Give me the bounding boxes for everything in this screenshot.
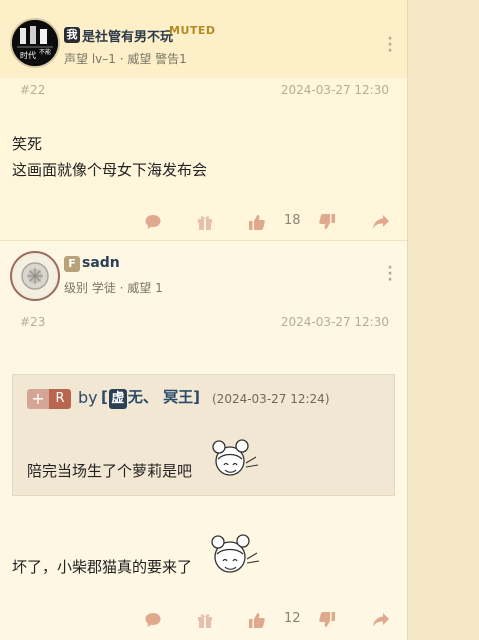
thumbs-up-icon[interactable] — [248, 611, 266, 629]
quote-block: + R by [虚无、 冥王] (2024-03-27 12:24) 陪完当场生… — [12, 374, 395, 496]
avatar-text-2: 不能 — [39, 48, 51, 56]
gift-icon[interactable] — [196, 213, 214, 231]
quote-author-badge: 虚 — [108, 389, 127, 409]
avatar-image: 时代 不能 — [12, 20, 58, 66]
quote-author-name: 无、 冥王] — [127, 388, 200, 406]
user-badge: 我 — [64, 27, 80, 43]
quote-author[interactable]: [虚无、 冥王] — [101, 386, 200, 409]
gift-icon[interactable] — [196, 611, 214, 629]
sticker-image — [211, 534, 260, 573]
thumbs-down-icon[interactable] — [318, 213, 336, 231]
post-content: 笑死 这画面就像个母女下海发布会 — [12, 131, 207, 183]
post-time: 2024-03-27 12:30 — [280, 83, 389, 97]
post-actions: 18 — [0, 210, 407, 234]
user-meta: 级别 学徒 · 威望 1 — [64, 281, 163, 295]
share-icon[interactable] — [372, 213, 390, 231]
username[interactable]: 是社管有男不玩 — [82, 26, 173, 45]
post-actions: 12 — [0, 608, 407, 632]
avatar-image — [14, 255, 56, 297]
more-vertical-icon[interactable]: · · · — [386, 32, 394, 58]
comment-icon[interactable] — [144, 213, 162, 231]
post-23: F sadn 级别 学徒 · 威望 1 · · · #23 2024-03-27 1… — [0, 240, 407, 640]
avatar-text-1: 时代 — [20, 50, 36, 60]
content-line: 笑死 — [12, 135, 43, 153]
post-time: 2024-03-27 12:30 — [280, 315, 389, 329]
thumbs-down-icon[interactable] — [318, 611, 336, 629]
content-line: 这画面就像个母女下海发布会 — [12, 161, 208, 179]
user-meta: 声望 lv–1 · 威望 警告1 — [64, 52, 187, 66]
quote-time: (2024-03-27 12:24) — [212, 392, 330, 406]
username[interactable]: sadn — [82, 255, 120, 271]
avatar[interactable]: 时代 不能 — [10, 18, 60, 68]
avatar[interactable] — [10, 251, 60, 301]
quote-by: by — [78, 388, 98, 407]
more-vertical-icon[interactable]: · · · — [386, 261, 394, 287]
comment-icon[interactable] — [144, 611, 162, 629]
reply-tag[interactable]: R — [49, 389, 71, 409]
floor-number: #23 — [20, 315, 46, 329]
quote-expand-button[interactable]: + — [27, 389, 49, 409]
thumbs-up-icon[interactable] — [248, 213, 266, 231]
post-content: 坏了，小柴郡猫真的要来了 — [12, 558, 193, 576]
post-header: F sadn 级别 学徒 · 威望 1 · · · — [0, 241, 407, 319]
right-side-panel — [407, 0, 479, 640]
muted-tag: MUTED — [169, 24, 216, 37]
quote-author-open: [ — [101, 388, 108, 406]
user-badge: F — [64, 256, 80, 272]
quote-text: 陪完当场生了个萝莉是吧 — [27, 462, 193, 480]
thread-feed: 时代 不能 我 是社管有男不玩 MUTED 声望 lv–1 · 威望 警告1 ·… — [0, 0, 407, 640]
like-count: 12 — [284, 611, 301, 626]
floor-number: #22 — [20, 83, 46, 97]
share-icon[interactable] — [372, 611, 390, 629]
post-header: 时代 不能 我 是社管有男不玩 MUTED 声望 lv–1 · 威望 警告1 ·… — [0, 0, 407, 78]
post-22: 时代 不能 我 是社管有男不玩 MUTED 声望 lv–1 · 威望 警告1 ·… — [0, 0, 407, 240]
sticker-image — [212, 439, 259, 476]
like-count: 18 — [284, 213, 301, 228]
